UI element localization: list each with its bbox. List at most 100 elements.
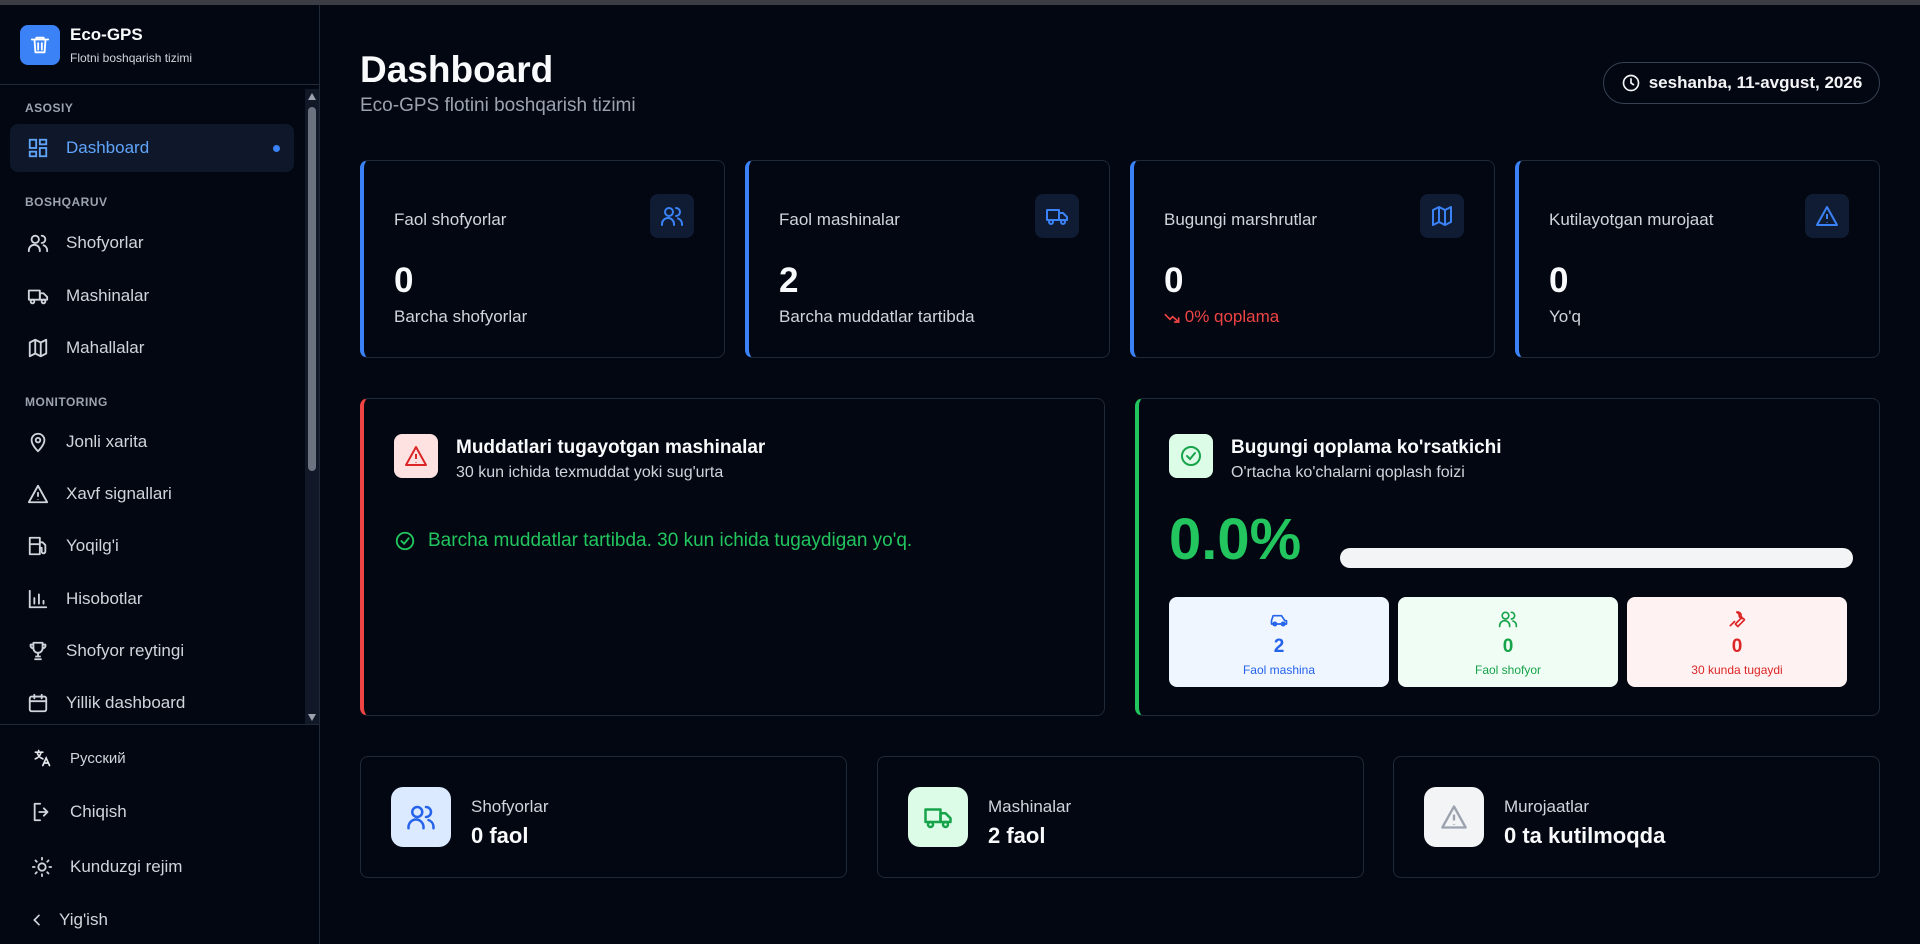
stat-footer: Barcha muddatlar tartibda (779, 307, 975, 326)
sidebar-item-label: Xavf signallari (66, 484, 172, 503)
sun-icon (30, 855, 54, 879)
date-badge: seshanba, 11-avgust, 2026 (1603, 62, 1880, 104)
alert-triangle-icon (1424, 787, 1484, 847)
mini-stat-active-driver: 0 Faol shofyor (1398, 597, 1618, 687)
sidebar-footer: Русский Chiqish Kunduzgi rejim Yig'ish (0, 724, 320, 944)
section-label-asosiy: ASOSIY (25, 101, 74, 115)
brand-title: Eco-GPS (70, 24, 143, 44)
mini-stat-expiring: 0 30 kunda tugaydi (1627, 597, 1847, 687)
theme-label: Kunduzgi rejim (70, 857, 183, 876)
summary-label: Mashinalar (988, 797, 1072, 816)
sidebar-item-hisobotlar[interactable]: Hisobotlar (10, 575, 294, 623)
stat-value: 0 (1164, 261, 1184, 300)
summary-label: Shofyorlar (471, 797, 549, 816)
sidebar-item-label: Shofyorlar (66, 233, 144, 252)
scroll-down-arrow-icon[interactable] (308, 714, 316, 721)
sidebar-item-shofyorlar[interactable]: Shofyorlar (10, 219, 294, 267)
stat-card-pending-requests[interactable]: Kutilayotgan murojaat 0 Yo'q (1515, 160, 1880, 358)
users-icon (391, 787, 451, 847)
logout-icon (30, 800, 54, 824)
all-clear-message: Barcha muddatlar tartibda. 30 kun ichida… (394, 530, 912, 552)
trending-down-icon (1164, 313, 1180, 323)
sidebar-item-xavf-signallari[interactable]: Xavf signallari (10, 470, 294, 518)
date-text: seshanba, 11-avgust, 2026 (1648, 73, 1863, 92)
scrollbar-thumb[interactable] (308, 107, 316, 471)
panel-subtitle: 30 kun ichida texmuddat yoki sug'urta (456, 464, 724, 481)
summary-value: 0 ta kutilmoqda (1504, 823, 1666, 848)
mini-value: 0 (1502, 635, 1514, 657)
mini-label: 30 kunda tugaydi (1691, 662, 1783, 677)
alert-triangle-icon (1805, 194, 1849, 238)
trash-logo-icon (20, 24, 60, 65)
logout-label: Chiqish (70, 802, 127, 821)
stat-label: Bugungi marshrutlar (1164, 210, 1318, 229)
mini-stat-active-vehicle: 2 Faol mashina (1169, 597, 1389, 687)
users-icon (1498, 608, 1518, 630)
summary-card-vehicles[interactable]: Mashinalar 2 faol (877, 756, 1364, 878)
logout-button[interactable]: Chiqish (30, 800, 127, 824)
summary-value: 0 faol (471, 823, 529, 848)
users-icon (26, 231, 50, 255)
sidebar-item-mashinalar[interactable]: Mashinalar (10, 272, 294, 320)
collapse-label: Yig'ish (59, 910, 108, 929)
sidebar-item-shofyor-reytingi[interactable]: Shofyor reytingi (10, 627, 294, 675)
fuel-icon (26, 534, 50, 558)
brand-subtitle: Flotni boshqarish tizimi (70, 50, 193, 65)
sidebar-item-yoqilgi[interactable]: Yoqilg'i (10, 522, 294, 570)
sidebar-nav: ASOSIY Dashboard BOSHQARUV Shofyorlar Ma… (0, 89, 305, 725)
panel-title: Muddatlari tugayotgan mashinalar (456, 437, 766, 458)
alert-triangle-icon (394, 434, 438, 478)
stat-value: 0 (394, 261, 414, 300)
mini-value: 2 (1273, 635, 1285, 657)
stat-label: Kutilayotgan murojaat (1549, 210, 1714, 229)
summary-label: Murojaatlar (1504, 797, 1590, 816)
sidebar-item-label: Hisobotlar (66, 589, 143, 608)
section-label-monitoring: MONITORING (25, 395, 108, 409)
map-pin-icon (26, 430, 50, 454)
truck-icon (26, 284, 50, 308)
trophy-icon (26, 639, 50, 663)
stat-label: Faol mashinalar (779, 210, 900, 229)
calendar-icon (26, 691, 50, 715)
summary-value: 2 faol (988, 823, 1046, 848)
check-circle-icon (394, 530, 416, 552)
sidebar-item-mahallalar[interactable]: Mahallalar (10, 324, 294, 372)
theme-toggle[interactable]: Kunduzgi rejim (30, 855, 182, 879)
main-content: Dashboard Eco-GPS flotini boshqarish tiz… (320, 5, 1920, 944)
stat-footer: 0% qoplama (1164, 307, 1279, 327)
coverage-progress-bar (1340, 548, 1853, 568)
clock-icon (1621, 73, 1641, 93)
sidebar-item-label: Yoqilg'i (66, 536, 119, 555)
sidebar-item-jonli-xarita[interactable]: Jonli xarita (10, 418, 294, 466)
stat-card-active-vehicles[interactable]: Faol mashinalar 2 Barcha muddatlar tarti… (745, 160, 1110, 358)
summary-card-drivers[interactable]: Shofyorlar 0 faol (360, 756, 847, 878)
sidebar-scrollbar[interactable] (305, 89, 319, 725)
sidebar-item-dashboard[interactable]: Dashboard (10, 124, 294, 172)
language-switch[interactable]: Русский (30, 746, 126, 770)
sidebar: Eco-GPS Flotni boshqarish tizimi ASOSIY … (0, 5, 320, 944)
expiring-vehicles-panel: Muddatlari tugayotgan mashinalar 30 kun … (360, 398, 1105, 716)
stat-footer-text: 0% qoplama (1184, 307, 1280, 326)
summary-card-requests[interactable]: Murojaatlar 0 ta kutilmoqda (1393, 756, 1880, 878)
collapse-sidebar-button[interactable]: Yig'ish (25, 908, 108, 932)
stat-footer: Yo'q (1549, 307, 1581, 326)
panel-title: Bugungi qoplama ko'rsatkichi (1231, 437, 1502, 458)
brand[interactable]: Eco-GPS Flotni boshqarish tizimi (0, 5, 319, 85)
stat-footer: Barcha shofyorlar (394, 307, 528, 326)
map-icon (1420, 194, 1464, 238)
sidebar-item-label: Shofyor reytingi (66, 641, 185, 660)
scroll-up-arrow-icon[interactable] (308, 93, 316, 100)
page-title: Dashboard (360, 49, 554, 90)
alert-triangle-icon (26, 482, 50, 506)
mini-label: Faol shofyor (1474, 662, 1542, 677)
panel-subtitle: O'rtacha ko'chalarni qoplash foizi (1231, 464, 1465, 481)
stat-card-active-drivers[interactable]: Faol shofyorlar 0 Barcha shofyorlar (360, 160, 725, 358)
translate-icon (30, 746, 54, 770)
stat-value: 2 (779, 261, 799, 300)
stat-card-today-routes[interactable]: Bugungi marshrutlar 0 0% qoplama (1130, 160, 1495, 358)
dashboard-icon (26, 136, 50, 160)
bar-chart-icon (26, 587, 50, 611)
map-icon (26, 336, 50, 360)
sidebar-item-yillik-dashboard[interactable]: Yillik dashboard (10, 679, 294, 725)
language-label: Русский (70, 749, 126, 767)
